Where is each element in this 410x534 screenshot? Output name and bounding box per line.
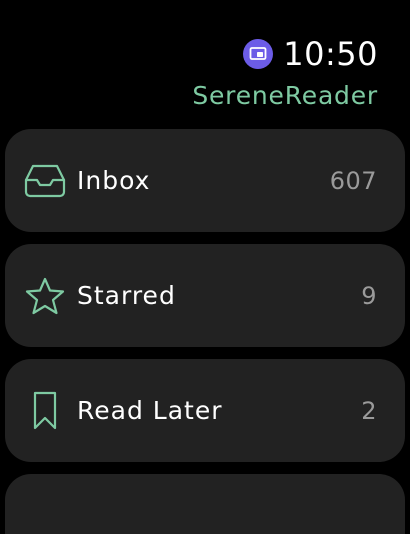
unread-count: 9 — [361, 281, 377, 310]
mailbox-row-starred[interactable]: Starred 9 — [5, 244, 405, 347]
star-icon — [23, 274, 67, 318]
clock-time: 10:50 — [283, 35, 378, 73]
mailbox-label: Inbox — [77, 166, 151, 195]
mailbox-label: Read Later — [77, 396, 223, 425]
mailbox-list: Inbox 607 Starred 9 Read Later 2 — [5, 129, 405, 534]
screen-sharing-icon — [243, 39, 274, 69]
inbox-tray-icon — [23, 159, 67, 203]
unread-count: 607 — [329, 166, 377, 195]
app-title: SereneReader — [192, 81, 378, 110]
unread-count: 2 — [361, 396, 377, 425]
mailbox-label: Starred — [77, 281, 176, 310]
mailbox-row-inbox[interactable]: Inbox 607 — [5, 129, 405, 232]
bookmark-icon — [23, 389, 67, 433]
status-bar: 10:50 — [243, 34, 378, 74]
mailbox-row-partial[interactable] — [5, 474, 405, 534]
mailbox-row-read-later[interactable]: Read Later 2 — [5, 359, 405, 462]
